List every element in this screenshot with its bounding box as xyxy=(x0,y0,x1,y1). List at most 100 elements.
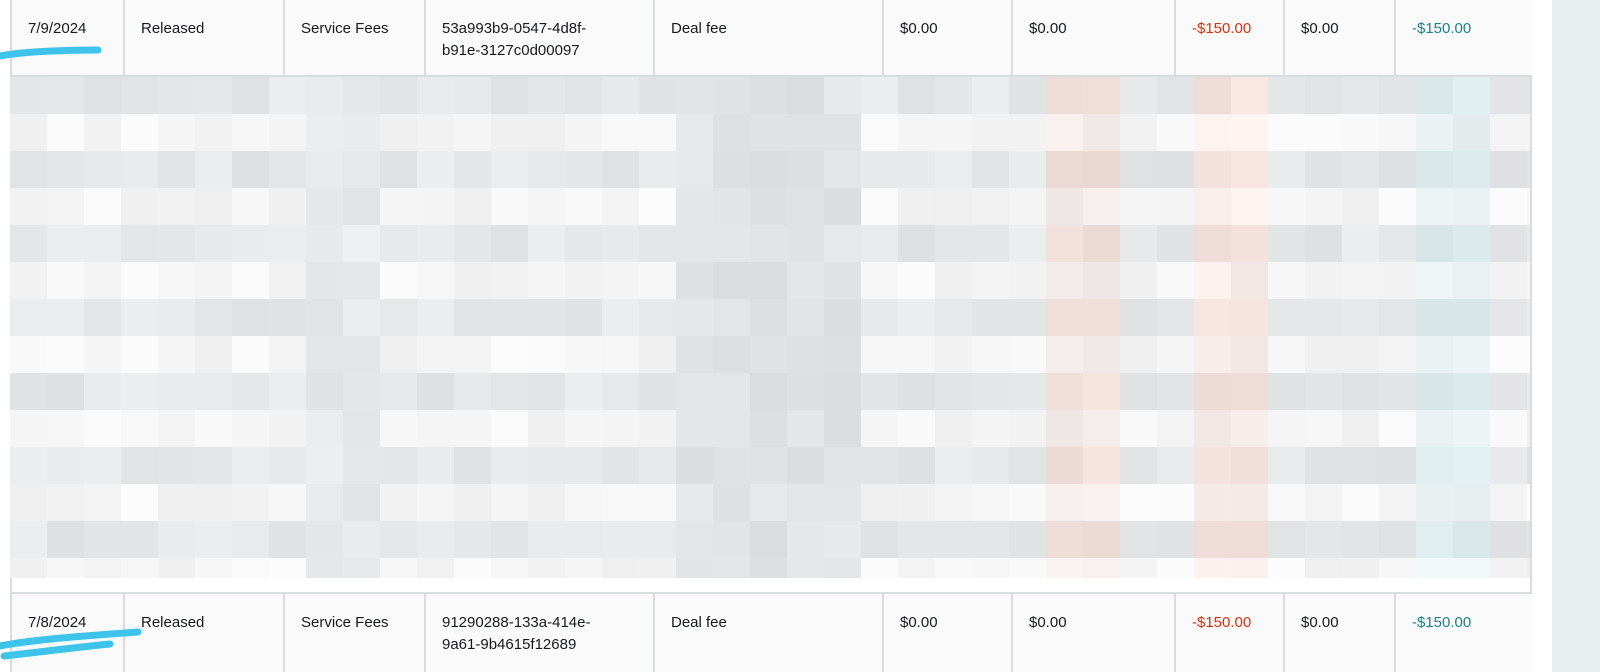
pixel-block xyxy=(1120,484,1157,521)
pixel-block xyxy=(1231,151,1268,188)
pixel-block xyxy=(380,262,417,299)
pixel-block xyxy=(972,410,1009,447)
pixel-block xyxy=(491,188,528,225)
pixel-block xyxy=(528,262,565,299)
pixel-block xyxy=(713,225,750,262)
pixel-block xyxy=(417,558,454,578)
pixel-block xyxy=(84,336,121,373)
pixel-block xyxy=(417,188,454,225)
pixel-block xyxy=(676,225,713,262)
pixel-block xyxy=(1194,521,1231,558)
pixel-block xyxy=(1157,373,1194,410)
pixel-block xyxy=(380,373,417,410)
pixel-block xyxy=(269,373,306,410)
pixel-block xyxy=(787,262,824,299)
pixel-block xyxy=(232,188,269,225)
pixel-block xyxy=(1046,114,1083,151)
pixel-block xyxy=(639,521,676,558)
pixel-block xyxy=(47,373,84,410)
pixel-block xyxy=(121,558,158,578)
pixel-block xyxy=(232,336,269,373)
right-side-panel xyxy=(1552,0,1600,672)
pixel-block xyxy=(898,373,935,410)
amount-cell-3: -$150.00 xyxy=(1176,0,1285,75)
pixel-block xyxy=(1231,521,1268,558)
pixel-block xyxy=(1453,225,1490,262)
pixel-block xyxy=(1342,336,1379,373)
pixel-block xyxy=(1083,373,1120,410)
pixel-block xyxy=(232,521,269,558)
pixel-block xyxy=(232,484,269,521)
amount-text-3: -$150.00 xyxy=(1192,20,1252,37)
pixel-block xyxy=(306,336,343,373)
pixel-block xyxy=(1268,558,1305,578)
pixel-block xyxy=(1083,521,1120,558)
pixel-block xyxy=(565,151,602,188)
pixel-block xyxy=(972,262,1009,299)
pixel-block xyxy=(1453,558,1490,578)
pixel-block xyxy=(491,521,528,558)
pixel-block xyxy=(343,558,380,578)
pixel-block xyxy=(898,521,935,558)
pixel-block xyxy=(528,447,565,484)
pixel-block xyxy=(158,114,195,151)
pixel-block xyxy=(750,373,787,410)
pixel-block xyxy=(861,484,898,521)
pixel-block xyxy=(750,447,787,484)
transactions-screen: 7/9/2024 Released Service Fees 53a993b9-… xyxy=(0,0,1600,672)
pixel-block xyxy=(1046,151,1083,188)
type-cell: Service Fees xyxy=(285,0,426,75)
pixel-block xyxy=(1120,188,1157,225)
pixel-block xyxy=(972,484,1009,521)
pixel-block xyxy=(380,299,417,336)
pixel-block xyxy=(1083,336,1120,373)
pixel-block xyxy=(1046,447,1083,484)
table-row[interactable]: 7/9/2024 Released Service Fees 53a993b9-… xyxy=(12,0,1532,77)
pixel-block xyxy=(824,114,861,151)
pixel-block xyxy=(158,299,195,336)
pixel-block xyxy=(1342,521,1379,558)
pixel-block xyxy=(454,558,491,578)
pixel-block xyxy=(232,447,269,484)
pixel-block xyxy=(1490,447,1527,484)
pixel-block xyxy=(861,336,898,373)
pixel-block xyxy=(1490,484,1527,521)
pixel-block xyxy=(1527,77,1530,114)
pixel-block xyxy=(824,151,861,188)
status-cell: Released xyxy=(125,594,285,672)
pixel-block xyxy=(1157,188,1194,225)
pixel-block xyxy=(750,188,787,225)
pixel-block xyxy=(1416,447,1453,484)
amount-cell-2: $0.00 xyxy=(1013,594,1176,672)
pixel-block xyxy=(565,188,602,225)
pixel-block xyxy=(639,410,676,447)
pixel-block xyxy=(84,77,121,114)
pixel-block xyxy=(824,410,861,447)
pixel-block xyxy=(306,484,343,521)
pixel-block xyxy=(750,114,787,151)
pixel-block xyxy=(417,336,454,373)
pixel-block xyxy=(1083,558,1120,578)
pixel-block xyxy=(602,447,639,484)
pixel-block xyxy=(824,373,861,410)
pixel-block xyxy=(306,558,343,578)
pixel-block xyxy=(1527,447,1530,484)
pixel-block xyxy=(158,558,195,578)
pixel-block xyxy=(158,225,195,262)
table-row[interactable]: 7/8/2024 Released Service Fees 91290288-… xyxy=(12,592,1532,672)
amount-text-4: $0.00 xyxy=(1301,20,1339,37)
pixel-block xyxy=(1490,262,1527,299)
pixel-block xyxy=(269,225,306,262)
pixel-block xyxy=(1009,410,1046,447)
pixel-block xyxy=(1268,225,1305,262)
pixel-block xyxy=(972,447,1009,484)
pixel-block xyxy=(195,410,232,447)
pixel-block xyxy=(195,77,232,114)
pixel-block xyxy=(1305,114,1342,151)
amount-cell-1: $0.00 xyxy=(884,594,1013,672)
pixel-block xyxy=(195,484,232,521)
pixel-block xyxy=(380,225,417,262)
status-text: Released xyxy=(141,20,205,37)
pixel-block xyxy=(528,558,565,578)
pixel-block xyxy=(1194,188,1231,225)
